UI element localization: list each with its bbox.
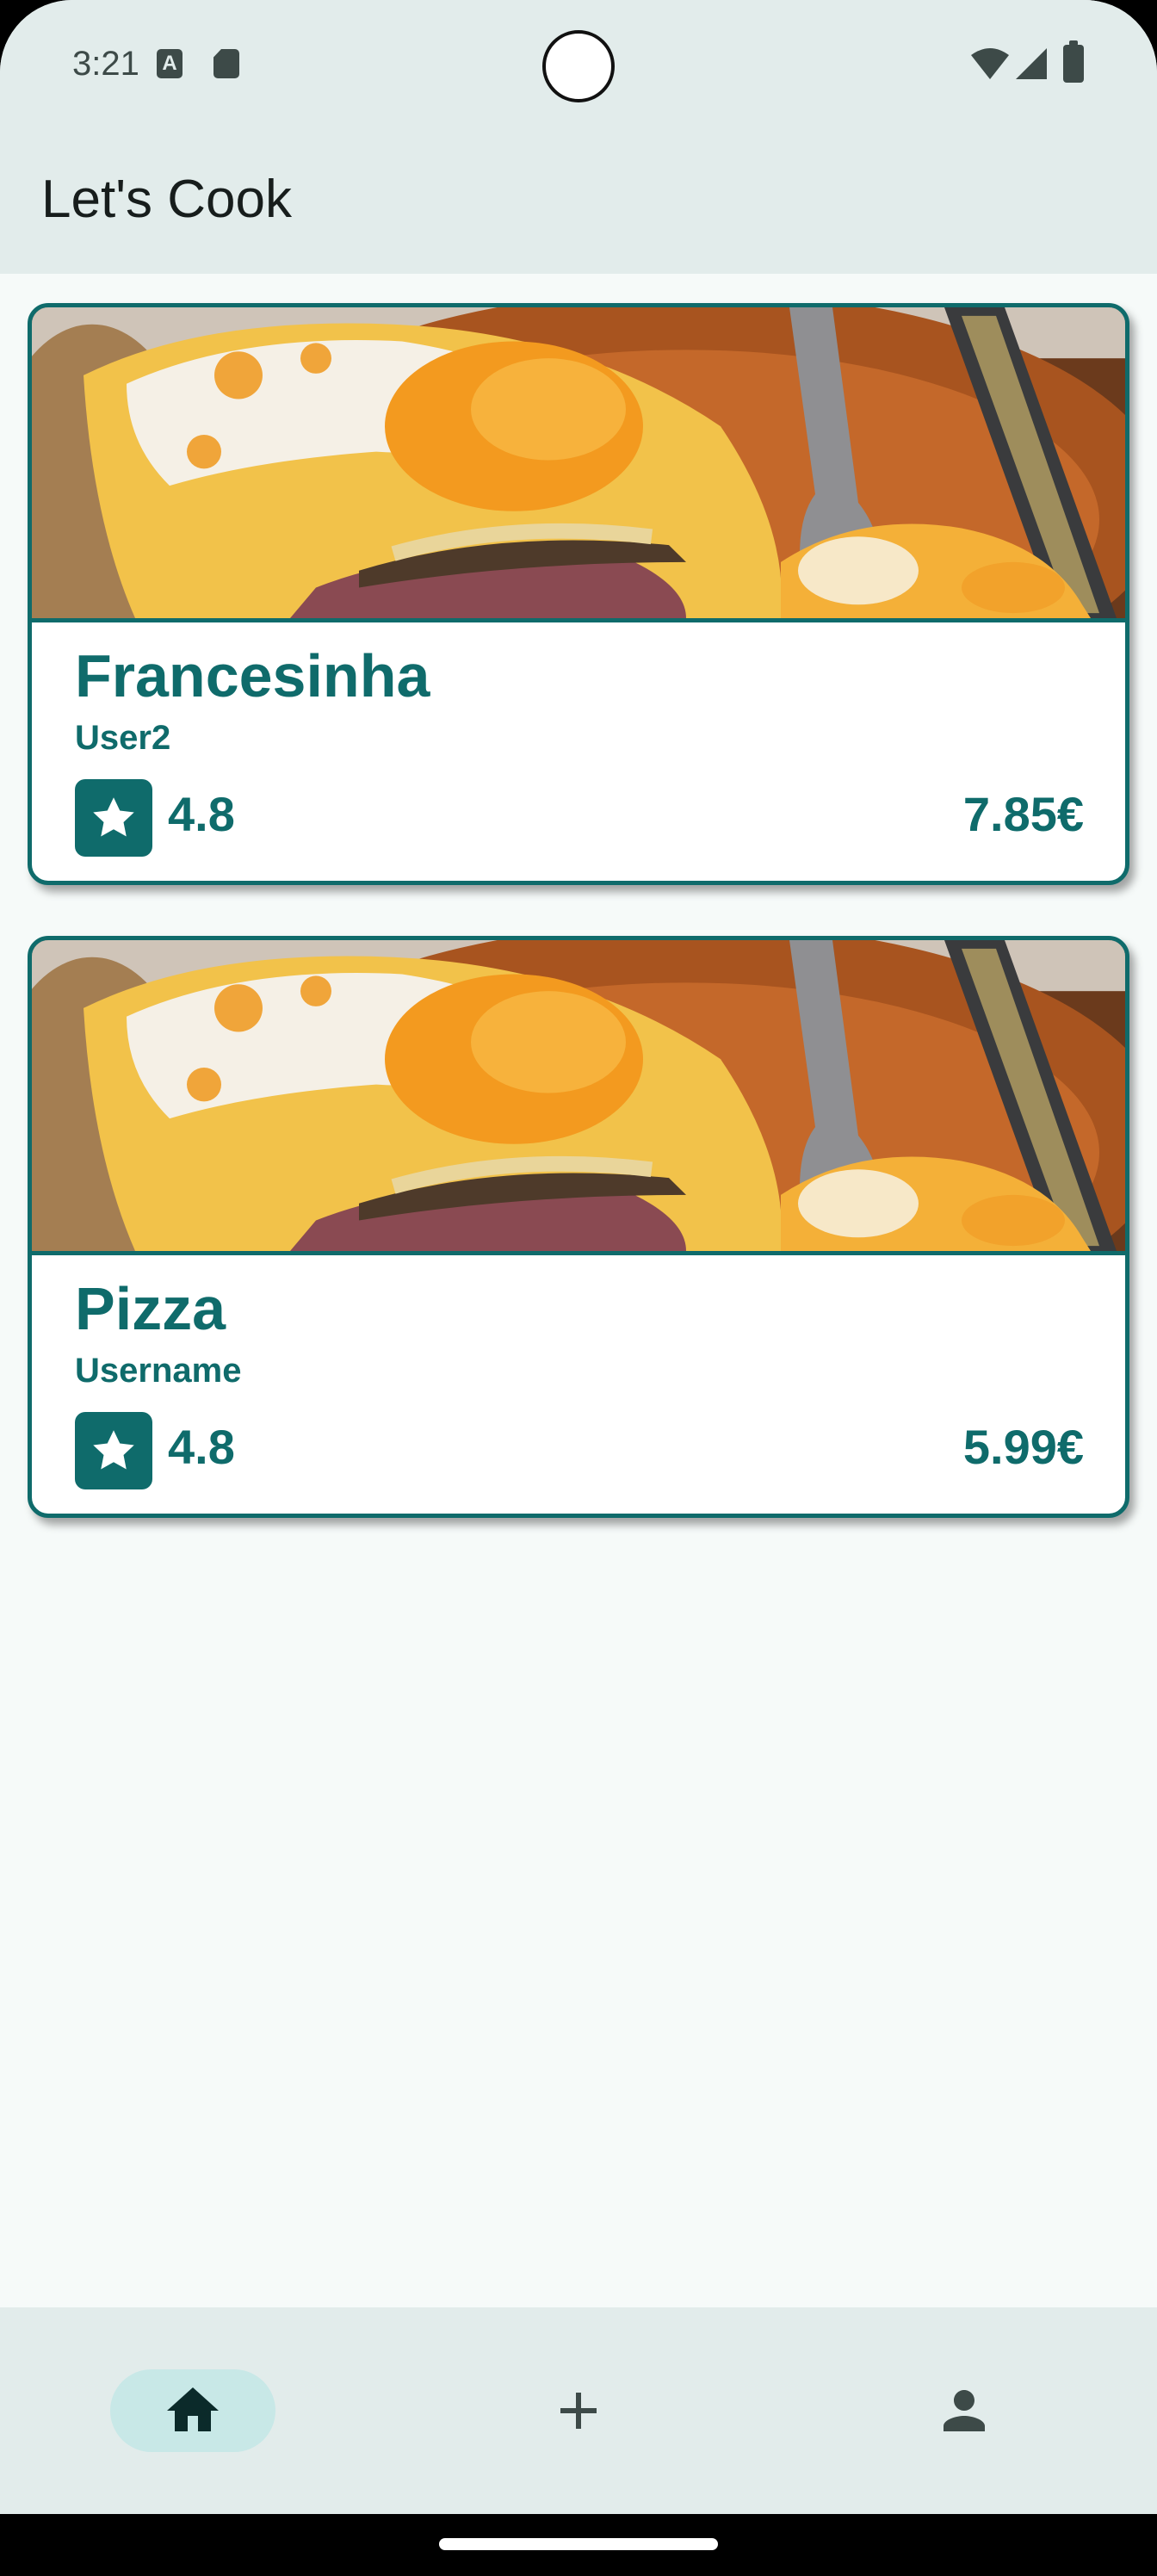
recipe-image <box>32 940 1125 1255</box>
battery-icon <box>1063 40 1084 83</box>
wifi-icon <box>971 48 1009 79</box>
star-icon <box>75 779 152 857</box>
home-gesture-handle[interactable] <box>439 2538 718 2550</box>
app-title: Let's Cook <box>41 170 292 229</box>
recipe-rating: 4.8 <box>168 787 235 841</box>
status-bar: 3:21 A <box>0 0 1157 138</box>
gesture-bar <box>0 2514 1157 2576</box>
recipe-title: Francesinha <box>75 642 430 709</box>
recipe-title: Pizza <box>75 1275 226 1342</box>
recipe-card[interactable]: Pizza Username 4.8 5.99€ <box>28 936 1129 1518</box>
camera-cutout <box>542 30 615 102</box>
recipe-author: Username <box>75 1352 242 1390</box>
person-icon <box>944 2390 985 2431</box>
app-screen: 3:21 A Let's Cook Francesinha User2 4.8 … <box>0 0 1157 2576</box>
nav-profile-button[interactable] <box>882 2369 1047 2452</box>
nav-add-button[interactable] <box>496 2369 661 2452</box>
sd-card-icon <box>213 49 239 78</box>
status-time: 3:21 <box>72 45 139 83</box>
recipe-rating: 4.8 <box>168 1420 235 1474</box>
recipe-image <box>32 307 1125 622</box>
app-bar: Let's Cook <box>0 138 1157 274</box>
recipe-author: User2 <box>75 719 171 757</box>
recipe-price: 5.99€ <box>962 1420 1084 1474</box>
signal-icon <box>1016 48 1047 79</box>
recipe-card[interactable]: Francesinha User2 4.8 7.85€ <box>28 303 1129 885</box>
nav-home-button[interactable] <box>110 2369 275 2452</box>
plus-icon <box>560 2393 597 2429</box>
home-icon <box>167 2387 219 2431</box>
star-icon <box>75 1412 152 1489</box>
bottom-navigation <box>0 2307 1157 2514</box>
text-a-icon: A <box>157 49 183 78</box>
recipe-price: 7.85€ <box>962 787 1084 841</box>
